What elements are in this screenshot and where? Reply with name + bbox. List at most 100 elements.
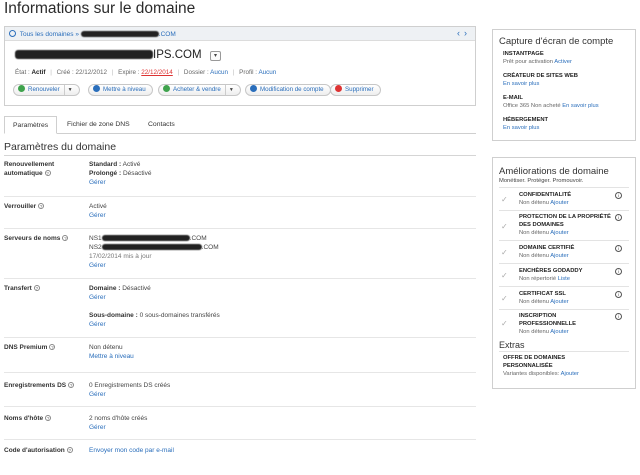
domain-meta-line: État : Actif | Créé : 22/12/2012 | Expir… <box>15 69 277 76</box>
domain-improvements-panel: Améliorations de domaine Monétiser. Prot… <box>492 157 636 389</box>
renewal-manage-link[interactable]: Gérer <box>89 179 106 186</box>
improvement-add-link[interactable]: Ajouter <box>550 329 568 335</box>
divider <box>499 263 629 264</box>
tab-dns-zone-file[interactable]: Fichier de zone DNS <box>59 116 138 134</box>
divider <box>499 351 629 352</box>
info-icon[interactable]: i <box>615 313 622 320</box>
buy-sell-button[interactable]: Acheter & vendre ▼ <box>158 84 241 96</box>
renew-button[interactable]: Renouveler ▼ <box>13 84 80 96</box>
redacted-domain-name <box>15 50 153 59</box>
improvement-title: CONFIDENTIALITÉ <box>519 192 572 198</box>
improvement-add-link[interactable]: Ajouter <box>550 200 568 206</box>
help-icon[interactable]: ? <box>45 415 52 421</box>
page-title: Informations sur le domaine <box>4 0 196 17</box>
improvement-add-link[interactable]: Ajouter <box>550 299 568 305</box>
transfer-domain-value: Désactivé <box>122 285 151 292</box>
hostnames-manage-link[interactable]: Gérer <box>89 424 106 431</box>
tab-parametres[interactable]: Paramètres <box>4 116 58 134</box>
hosting-status: En savoir plus <box>503 125 539 131</box>
extras-title: Extras <box>499 340 525 350</box>
redacted-nameserver <box>101 244 202 250</box>
transfer-domain-manage-link[interactable]: Gérer <box>89 294 106 301</box>
lock-manage-link[interactable]: Gérer <box>89 212 106 219</box>
help-icon[interactable]: ? <box>62 235 69 241</box>
breadcrumb: Tous les domaines » .COM <box>9 30 176 38</box>
chevron-left-icon[interactable]: ‹ <box>457 28 464 38</box>
help-icon[interactable]: ? <box>33 285 40 291</box>
extras-add-link[interactable]: Ajouter <box>561 371 579 377</box>
domain-header-card: Tous les domaines » .COM ‹› IPS.COM ▾ Ét… <box>4 26 476 106</box>
auth-code-values: Envoyer mon code par e-mail <box>89 446 174 455</box>
improvement-title: PROTECTION DE LA PROPRIÉTÉ DES DOMAINES <box>519 214 611 228</box>
help-icon[interactable]: ? <box>44 170 51 176</box>
divider <box>4 406 476 407</box>
divider <box>4 337 476 338</box>
hostnames-values: 2 noms d'hôte créés Gérer <box>89 414 147 432</box>
divider <box>499 309 629 310</box>
chevron-down-icon[interactable]: ▼ <box>63 85 73 95</box>
divider <box>499 187 629 188</box>
domain-name-heading: IPS.COM <box>15 49 202 61</box>
improvements-title: Améliorations de domaine <box>499 166 609 177</box>
improvement-add-link[interactable]: Ajouter <box>550 253 568 259</box>
instantpage-activate-link[interactable]: Activer <box>554 59 572 65</box>
info-icon[interactable]: i <box>615 245 622 252</box>
upgrade-button-label: Mettre à niveau <box>103 86 146 93</box>
help-icon[interactable]: ? <box>38 203 45 209</box>
website-builder-title: CRÉATEUR DE SITES WEB <box>503 73 578 79</box>
improvement-add-link[interactable]: Ajouter <box>550 230 568 236</box>
improvements-subtitle: Monétiser. Protéger. Promouvoir. <box>499 178 584 184</box>
delete-button[interactable]: Supprimer <box>330 84 381 96</box>
profile-value-link[interactable]: Aucun <box>258 69 276 76</box>
divider <box>4 228 476 229</box>
improvement-list-link[interactable]: Liste <box>558 276 570 282</box>
upgrade-button[interactable]: Mettre à niveau <box>88 84 153 96</box>
state-value: Actif <box>31 69 46 76</box>
delete-icon <box>335 85 342 92</box>
lock-value: Activé <box>89 203 107 210</box>
delete-button-label: Supprimer <box>345 86 374 93</box>
help-icon[interactable]: ? <box>49 344 56 350</box>
dns-premium-upgrade-link[interactable]: Mettre à niveau <box>89 353 134 360</box>
divider <box>4 155 476 156</box>
domain-dropdown-button[interactable]: ▾ <box>210 51 221 61</box>
dns-premium-values: Non détenu Mettre à niveau <box>89 343 134 361</box>
expires-value[interactable]: 22/12/2014 <box>141 69 173 76</box>
info-icon[interactable]: i <box>615 291 622 298</box>
info-icon[interactable]: i <box>615 192 622 199</box>
info-icon[interactable]: i <box>615 214 622 221</box>
folder-value-link[interactable]: Aucun <box>210 69 228 76</box>
extras-offer-status: Variantes disponibles: Ajouter <box>503 371 579 377</box>
redacted-domain <box>80 31 159 37</box>
ds-records-values: 0 Enregistrements DS créés Gérer <box>89 381 170 399</box>
email-learn-more-link[interactable]: En savoir plus <box>562 103 598 109</box>
website-builder-learn-more-link[interactable]: En savoir plus <box>503 81 539 87</box>
divider <box>499 240 629 241</box>
help-icon[interactable]: ? <box>68 382 75 388</box>
improvement-title: INSCRIPTION PROFESSIONNELLE <box>519 313 577 327</box>
help-icon[interactable]: ? <box>66 447 73 453</box>
ds-records-manage-link[interactable]: Gérer <box>89 391 106 398</box>
transfer-subdomain-manage-link[interactable]: Gérer <box>89 321 106 328</box>
auth-code-email-link[interactable]: Envoyer mon code par e-mail <box>89 447 174 454</box>
chevron-right-icon[interactable]: › <box>464 28 471 38</box>
breadcrumb-all-domains-link[interactable]: Tous les domaines <box>20 31 74 38</box>
transfer-subdomain-value: 0 sous-domaines transférés <box>139 312 220 319</box>
refresh-icon[interactable] <box>9 30 16 37</box>
account-snapshot-title: Capture d'écran de compte <box>499 36 614 47</box>
hosting-learn-more-link[interactable]: En savoir plus <box>503 125 539 131</box>
nameservers-label: Serveurs de noms? <box>4 235 69 242</box>
breadcrumb-bar: Tous les domaines » .COM ‹› <box>5 27 475 41</box>
edit-account-icon <box>250 85 257 92</box>
divider <box>499 210 629 211</box>
chevron-down-icon[interactable]: ▼ <box>224 85 234 95</box>
divider <box>499 286 629 287</box>
info-icon[interactable]: i <box>615 268 622 275</box>
divider <box>4 196 476 197</box>
edit-account-button[interactable]: Modification de compte <box>245 84 331 96</box>
email-title: E-MAIL <box>503 95 523 101</box>
nameservers-manage-link[interactable]: Gérer <box>89 262 106 269</box>
tab-contacts[interactable]: Contacts <box>140 116 183 134</box>
breadcrumb-separator: » <box>75 31 79 38</box>
folder-label: Dossier : <box>183 69 209 76</box>
